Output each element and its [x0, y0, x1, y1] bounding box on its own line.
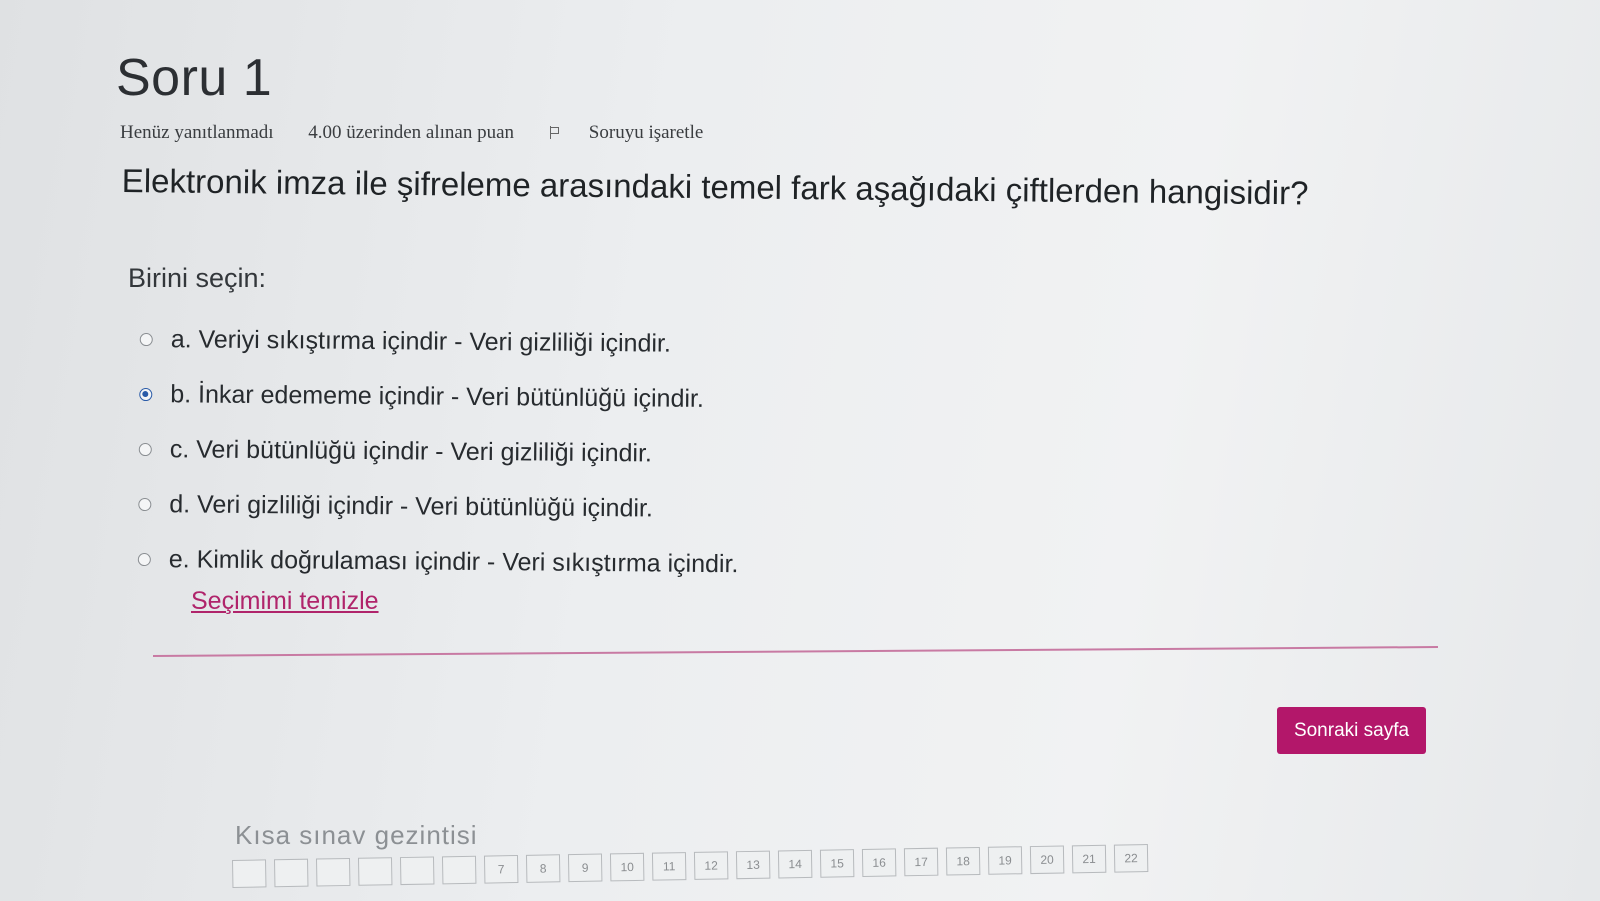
quiz-nav-button[interactable] [315, 857, 351, 887]
quiz-page: Soru 1 Henüz yanıtlanmadı 4.00 üzerinden… [0, 0, 1600, 901]
quiz-nav-button[interactable]: 11 [651, 852, 687, 881]
quiz-nav-button[interactable] [441, 855, 477, 885]
quiz-nav-button[interactable]: 16 [861, 848, 897, 878]
clear-selection-link[interactable]: Seçimimi temizle [191, 587, 379, 616]
quiz-nav-button[interactable]: 18 [945, 846, 981, 876]
divider [153, 646, 1438, 657]
question-info: Henüz yanıtlanmadı 4.00 üzerinden alınan… [120, 122, 763, 144]
quiz-nav-button[interactable]: 14 [777, 849, 813, 879]
question-points: 4.00 üzerinden alınan puan [308, 122, 515, 143]
quiz-nav-button[interactable]: 19 [987, 846, 1023, 875]
next-page-button[interactable]: Sonraki sayfa [1277, 707, 1426, 754]
answer-c-radio[interactable] [138, 442, 152, 457]
flag-question-label: Soruyu işaretle [588, 122, 704, 143]
quiz-navigation-title: Kısa sınav gezintisi [235, 820, 478, 850]
answer-a-radio[interactable] [139, 332, 153, 347]
quiz-nav-button[interactable] [273, 858, 309, 888]
quiz-nav-button[interactable]: 20 [1029, 845, 1065, 875]
answer-option-c[interactable]: c. Veri bütünlüğü içindir - Veri gizlili… [138, 422, 740, 482]
quiz-nav-button[interactable]: 8 [525, 854, 561, 883]
answer-prompt: Birini seçin: [128, 263, 267, 293]
quiz-nav-button[interactable]: 12 [693, 851, 729, 880]
answer-b-label: b. İnkar edememe içindir - Veri bütünlüğ… [170, 380, 704, 413]
quiz-nav-button[interactable]: 15 [819, 849, 855, 878]
quiz-nav-button[interactable] [399, 856, 435, 886]
answer-e-radio[interactable] [137, 552, 151, 567]
quiz-nav-button[interactable] [232, 859, 267, 888]
answer-d-radio[interactable] [138, 497, 152, 512]
answer-c-label: c. Veri bütünlüğü içindir - Veri gizlili… [169, 435, 653, 468]
question-title: Soru 1 [116, 49, 273, 107]
quiz-nav-button[interactable]: 9 [567, 853, 603, 883]
quiz-nav-button[interactable]: 10 [609, 852, 645, 882]
answer-option-d[interactable]: d. Veri gizliliği içindir - Veri bütünlü… [138, 477, 739, 537]
question-status: Henüz yanıtlanmadı [120, 122, 274, 143]
answer-d-label: d. Veri gizliliği içindir - Veri bütünlü… [169, 490, 654, 523]
quiz-nav-button[interactable]: 17 [903, 847, 939, 877]
answer-b-radio[interactable] [139, 387, 153, 402]
quiz-nav-button[interactable]: 13 [735, 850, 771, 880]
answer-option-a[interactable]: a. Veriyi sıkıştırma içindir - Veri gizl… [139, 312, 741, 372]
quiz-nav-button[interactable]: 22 [1113, 844, 1149, 873]
quiz-nav-button[interactable] [357, 857, 393, 886]
answer-option-e[interactable]: e. Kimlik doğrulaması içindir - Veri sık… [137, 532, 739, 592]
answer-option-b[interactable]: b. İnkar edememe içindir - Veri bütünlüğ… [139, 367, 740, 427]
question-text: Elektronik imza ile şifreleme arasındaki… [121, 162, 1309, 212]
quiz-nav-button[interactable]: 7 [483, 855, 519, 884]
quiz-nav-button[interactable]: 21 [1071, 844, 1107, 874]
flag-question-link[interactable]: Soruyu işaretle [549, 122, 734, 143]
flag-icon [549, 126, 559, 139]
answer-a-label: a. Veriyi sıkıştırma içindir - Veri gizl… [170, 325, 672, 358]
answer-e-label: e. Kimlik doğrulaması içindir - Veri sık… [168, 545, 739, 579]
answer-list: a. Veriyi sıkıştırma içindir - Veri gizl… [137, 312, 741, 592]
